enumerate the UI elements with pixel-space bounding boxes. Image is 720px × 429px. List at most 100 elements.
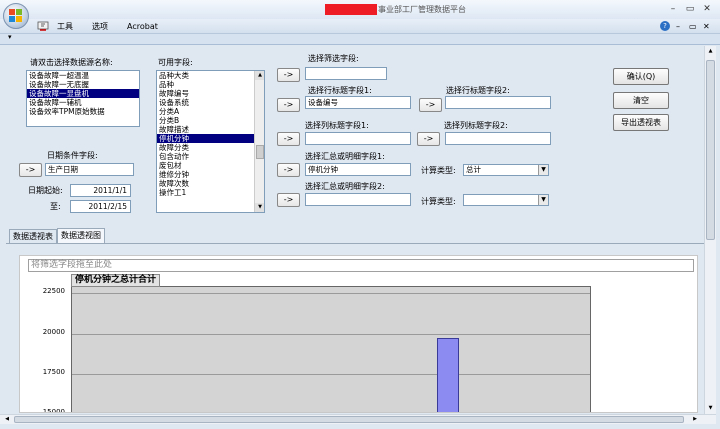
main-horizontal-scrollbar[interactable]: ◀ ▶ bbox=[0, 414, 716, 424]
col-title2-input[interactable] bbox=[445, 132, 551, 145]
calc-type1-select[interactable]: 总计 ▼ bbox=[463, 164, 549, 176]
sum2-arrow-button[interactable]: -> bbox=[277, 193, 300, 207]
ribbon-minimize-button[interactable]: – bbox=[676, 21, 680, 32]
source-item-selected[interactable]: 设备故障一显盘机 bbox=[27, 89, 139, 98]
menu-options[interactable]: 选项 bbox=[92, 21, 108, 32]
y-tick-label: 15000 bbox=[42, 407, 65, 413]
clear-button[interactable]: 清空 bbox=[613, 92, 669, 109]
bar-layer bbox=[72, 287, 590, 412]
field-item[interactable]: 故障分类 bbox=[157, 143, 264, 152]
source-item[interactable]: 设备故障一辅机 bbox=[27, 98, 139, 107]
quick-access-toolbar: ▾ bbox=[0, 33, 720, 45]
calc-type2-select[interactable]: ▼ bbox=[463, 194, 549, 206]
fields-scrollbar[interactable]: ▲ ▼ bbox=[254, 71, 264, 212]
field-item[interactable]: 维修分钟 bbox=[157, 170, 264, 179]
sum2-label: 选择汇总或明细字段2: bbox=[305, 182, 385, 191]
y-tick-label: 17500 bbox=[42, 367, 65, 376]
title-redacted-block bbox=[325, 4, 377, 15]
date-field-arrow-button[interactable]: -> bbox=[19, 163, 42, 177]
help-icon[interactable]: ? bbox=[660, 21, 670, 31]
main-hscroll-thumb[interactable] bbox=[14, 416, 684, 423]
sum2-input[interactable] bbox=[305, 193, 411, 206]
export-pivot-button[interactable]: 导出透视表 bbox=[613, 114, 669, 131]
tab-pivot-table[interactable]: 数据透视表 bbox=[9, 229, 57, 243]
filter-field-label: 选择筛选字段: bbox=[308, 54, 359, 63]
calc-type1-value: 总计 bbox=[466, 165, 481, 174]
main-vscroll-thumb[interactable] bbox=[706, 60, 715, 240]
title-bar: 事业部工厂管理数据平台 – ▭ ✕ bbox=[0, 0, 720, 19]
scroll-down-icon[interactable]: ▼ bbox=[255, 203, 264, 212]
date-end-input[interactable]: 2011/2/15 bbox=[70, 200, 131, 213]
field-item[interactable]: 故障次数 bbox=[157, 179, 264, 188]
confirm-button[interactable]: 确认(Q) bbox=[613, 68, 669, 85]
close-button[interactable]: ✕ bbox=[700, 3, 714, 15]
calc-type2-label: 计算类型: bbox=[421, 197, 456, 206]
date-condition-label: 日期条件字段: bbox=[47, 151, 98, 160]
source-item[interactable]: 设备故障一超温温 bbox=[27, 71, 139, 80]
fields-label: 可用字段: bbox=[158, 58, 193, 67]
qat-dropdown-icon[interactable]: ▾ bbox=[8, 33, 12, 41]
chevron-down-icon[interactable]: ▼ bbox=[538, 195, 548, 205]
date-end-label: 至: bbox=[50, 202, 61, 211]
y-tick-label: 22500 bbox=[42, 287, 65, 296]
field-item[interactable]: 品种 bbox=[157, 80, 264, 89]
field-item[interactable]: 包含动作 bbox=[157, 152, 264, 161]
scroll-down-icon[interactable]: ▼ bbox=[706, 403, 715, 413]
chart-bar[interactable] bbox=[437, 338, 459, 412]
scroll-thumb[interactable] bbox=[256, 145, 264, 159]
col-title1-arrow-button[interactable]: -> bbox=[277, 132, 300, 146]
ribbon-restore-button[interactable]: ▭ bbox=[689, 21, 697, 32]
tab-pivot-chart[interactable]: 数据透视图 bbox=[57, 228, 105, 243]
scroll-up-icon[interactable]: ▲ bbox=[706, 46, 715, 56]
filter-field-input[interactable] bbox=[305, 67, 387, 80]
sum1-input[interactable]: 停机分钟 bbox=[305, 163, 411, 176]
row-title1-label: 选择行标题字段1: bbox=[308, 86, 372, 95]
row-title2-input[interactable] bbox=[445, 96, 551, 109]
chevron-down-icon[interactable]: ▼ bbox=[538, 165, 548, 175]
field-item[interactable]: 故障编号 bbox=[157, 89, 264, 98]
minimize-button[interactable]: – bbox=[666, 3, 680, 15]
field-item[interactable]: 废包材 bbox=[157, 161, 264, 170]
source-item[interactable]: 设备效率TPM原始数据 bbox=[27, 107, 139, 116]
col-title1-label: 选择列标题字段1: bbox=[305, 121, 369, 130]
sum1-arrow-button[interactable]: -> bbox=[277, 163, 300, 177]
date-field-input[interactable]: 生产日期 bbox=[45, 163, 134, 176]
field-item[interactable]: 设备系统 bbox=[157, 98, 264, 107]
row-title1-input[interactable]: 设备编号 bbox=[305, 96, 411, 109]
ribbon-close-button[interactable]: ✕ bbox=[703, 21, 710, 32]
source-label: 请双击选择数据源名称: bbox=[30, 58, 113, 67]
main-vertical-scrollbar[interactable]: ▲ ▼ bbox=[704, 46, 716, 414]
field-item[interactable]: 操作工1 bbox=[157, 188, 264, 197]
scroll-left-icon[interactable]: ◀ bbox=[2, 415, 12, 424]
filter-drop-zone[interactable]: 将筛选字段拖至此处 bbox=[28, 259, 694, 272]
source-item[interactable]: 设备故障一无底握 bbox=[27, 80, 139, 89]
field-item[interactable]: 故障描述 bbox=[157, 125, 264, 134]
date-start-input[interactable]: 2011/1/1 bbox=[70, 184, 131, 197]
window-title: 事业部工厂管理数据平台 bbox=[378, 5, 466, 14]
date-start-label: 日期起始: bbox=[28, 186, 63, 195]
menu-bar: 工具 选项 Acrobat ? – ▭ ✕ bbox=[0, 19, 720, 34]
row-title2-arrow-button[interactable]: -> bbox=[419, 98, 442, 112]
filter-arrow-button[interactable]: -> bbox=[277, 68, 300, 82]
col-title2-label: 选择列标题字段2: bbox=[444, 121, 508, 130]
office-logo-icon bbox=[9, 9, 23, 23]
sum1-label: 选择汇总或明细字段1: bbox=[305, 152, 385, 161]
data-field-button[interactable]: 停机分钟之总计合计 bbox=[71, 274, 161, 287]
restore-button[interactable]: ▭ bbox=[683, 3, 697, 15]
field-item-selected[interactable]: 停机分钟 bbox=[157, 134, 254, 143]
fields-listbox[interactable]: 品种大类 品种 故障编号 设备系统 分类A 分类B 故障描述 停机分钟 故障分类… bbox=[156, 70, 265, 213]
office-button[interactable] bbox=[3, 3, 29, 29]
menu-tools[interactable]: 工具 bbox=[57, 21, 73, 32]
field-item[interactable]: 分类A bbox=[157, 107, 264, 116]
field-item[interactable]: 分类B bbox=[157, 116, 264, 125]
scroll-up-icon[interactable]: ▲ bbox=[255, 71, 264, 80]
scroll-right-icon[interactable]: ▶ bbox=[690, 415, 700, 424]
calc-type1-label: 计算类型: bbox=[421, 166, 456, 175]
col-title1-input[interactable] bbox=[305, 132, 411, 145]
menu-acrobat[interactable]: Acrobat bbox=[127, 21, 158, 32]
y-tick-label: 20000 bbox=[42, 327, 65, 336]
col-title2-arrow-button[interactable]: -> bbox=[417, 132, 440, 146]
source-listbox[interactable]: 设备故障一超温温 设备故障一无底握 设备故障一显盘机 设备故障一辅机 设备效率T… bbox=[26, 70, 140, 127]
field-item[interactable]: 品种大类 bbox=[157, 71, 264, 80]
row-title1-arrow-button[interactable]: -> bbox=[277, 98, 300, 112]
